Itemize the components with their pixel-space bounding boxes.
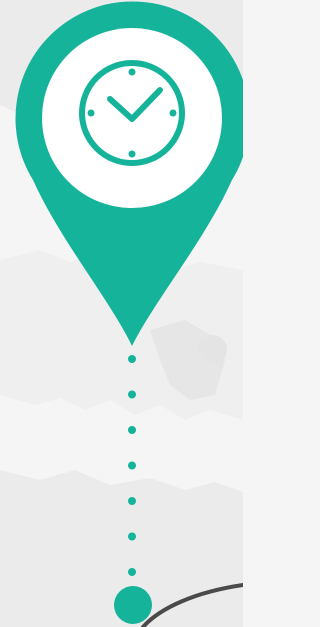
connector-dot: [128, 461, 136, 470]
anchor-dot: [114, 586, 152, 624]
connector-dot: [128, 497, 136, 505]
connector-dot: [128, 532, 136, 541]
connector-dot: [128, 390, 136, 399]
pin-illustration: [0, 0, 243, 627]
connector-dot: [128, 568, 136, 576]
clock-tick-6: [128, 150, 136, 158]
connector-dot: [128, 355, 136, 363]
clock-tick-12: [128, 68, 136, 76]
clock-tick-3: [169, 109, 177, 117]
clock-tick-9: [87, 109, 95, 117]
connector-dot: [128, 426, 136, 434]
